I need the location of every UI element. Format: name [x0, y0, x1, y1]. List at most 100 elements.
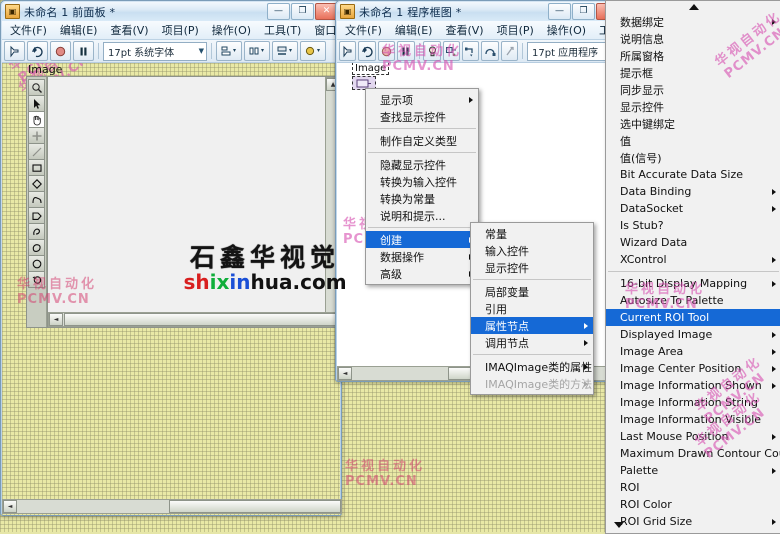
selection-tool-icon[interactable] [28, 95, 45, 112]
menu-item-image-area[interactable]: Image Area [606, 343, 780, 360]
scroll-left-arrow[interactable]: ◄ [338, 367, 352, 380]
freehand-region-tool-icon[interactable] [28, 271, 45, 288]
front-panel-window-buttons[interactable]: — ❐ ✕ [267, 3, 338, 20]
menu-edit[interactable]: 编辑(E) [389, 21, 439, 39]
menu-item-last-mouse-position[interactable]: Last Mouse Position [606, 428, 780, 445]
menu-item-change-to-constant[interactable]: 转换为常量 [366, 190, 478, 207]
menu-item-maximum-drawn-contour-count[interactable]: Maximum Drawn Contour Count [606, 445, 780, 462]
menu-item-palette[interactable]: Palette [606, 462, 780, 479]
menu-item-synchronous-display[interactable]: 同步显示 [606, 81, 780, 98]
menu-item-advanced[interactable]: 高级 [366, 265, 478, 282]
annulus-tool-icon[interactable] [28, 239, 45, 256]
menu-item-data-binding-cn[interactable]: 数据绑定 [606, 13, 780, 30]
oval-tool-icon[interactable] [28, 191, 45, 208]
menu-item-description-and-tip[interactable]: 说明和提示... [366, 207, 478, 224]
block-diagram-menubar[interactable]: 文件(F) 编辑(E) 查看(V) 项目(P) 操作(O) 工具(T) 窗口(W… [337, 21, 621, 40]
block-diagram-toolbar[interactable]: 17pt 应用程序 ▼ [337, 40, 621, 63]
create-submenu[interactable]: 常量 输入控件 显示控件 局部变量 引用 属性节点 调用节点 IMAQImage… [470, 222, 594, 395]
menu-item-value[interactable]: 值 [606, 132, 780, 149]
menu-item-image-center-position[interactable]: Image Center Position [606, 360, 780, 377]
menu-item-bit-accurate-data-size[interactable]: Bit Accurate Data Size [606, 166, 780, 183]
block-diagram-titlebar[interactable]: ▣ 未命名 1 程序框图 * — ❐ ✕ [337, 2, 621, 21]
maximize-button[interactable]: ❐ [291, 3, 314, 20]
scroll-thumb[interactable] [169, 500, 341, 513]
menu-item-local-variable[interactable]: 局部变量 [471, 283, 593, 300]
pause-icon[interactable] [73, 41, 94, 61]
menu-item-indicator-prop[interactable]: 显示控件 [606, 98, 780, 115]
rectangle-tool-icon[interactable] [28, 159, 45, 176]
menu-item-create[interactable]: 创建 [366, 231, 478, 248]
menu-item-key-focus[interactable]: 选中键绑定 [606, 115, 780, 132]
image-terminal-node[interactable]: Image [352, 63, 389, 90]
distribute-objects-icon[interactable] [244, 41, 270, 61]
rotated-rect-tool-icon[interactable] [28, 175, 45, 192]
maximize-button[interactable]: ❐ [572, 3, 595, 20]
run-arrow-icon[interactable] [4, 41, 25, 61]
menu-view[interactable]: 查看(V) [104, 21, 154, 39]
image-terminal-context-menu[interactable]: 显示项 查找显示控件 制作自定义类型 隐藏显示控件 转换为输入控件 转换为常量 … [365, 88, 479, 285]
polygon-tool-icon[interactable] [28, 207, 45, 224]
imaq-image-control[interactable]: Image [26, 63, 340, 328]
menu-scroll-down-button[interactable] [606, 519, 780, 531]
font-selector[interactable]: 17pt 系统字体 ▼ [103, 42, 207, 61]
menu-item-change-to-control[interactable]: 转换为输入控件 [366, 173, 478, 190]
menu-operate[interactable]: 操作(O) [206, 21, 257, 39]
menu-file[interactable]: 文件(F) [339, 21, 388, 39]
run-arrow-icon[interactable] [339, 41, 356, 61]
imaq-image-box[interactable]: ▲ ◄ [26, 76, 340, 328]
menu-edit[interactable]: 编辑(E) [54, 21, 104, 39]
menu-item-find-indicator[interactable]: 查找显示控件 [366, 108, 478, 125]
freehand-tool-icon[interactable] [28, 223, 45, 240]
abort-execution-icon[interactable] [378, 41, 395, 61]
roi-tool-palette[interactable] [27, 77, 47, 327]
reorder-objects-icon[interactable] [300, 41, 326, 61]
menu-item-hide-indicator[interactable]: 隐藏显示控件 [366, 156, 478, 173]
imaq-image-viewport[interactable]: ▲ ◄ [47, 77, 340, 327]
run-continuously-icon[interactable] [27, 41, 48, 61]
menu-operate[interactable]: 操作(O) [541, 21, 592, 39]
line-tool-icon[interactable] [28, 143, 45, 160]
menu-item-imaqimage-properties[interactable]: IMAQImage类的属性 [471, 358, 593, 375]
menu-item-control[interactable]: 输入控件 [471, 242, 593, 259]
menu-item-current-roi-tool[interactable]: Current ROI Tool [606, 309, 780, 326]
property-node-submenu[interactable]: 数据绑定 说明信息 所属窗格 提示框 同步显示 显示控件 选中键绑定 值 值(信… [605, 0, 780, 534]
menu-item-display-items[interactable]: 显示项 [366, 91, 478, 108]
pan-tool-icon[interactable] [28, 111, 45, 128]
menu-item-image-information-shown[interactable]: Image Information Shown [606, 377, 780, 394]
panel-inner-scroll-strip[interactable] [26, 319, 339, 321]
menu-item-data-operations[interactable]: 数据操作 [366, 248, 478, 265]
menu-item-16bit-display-mapping[interactable]: 16-bit Display Mapping [606, 275, 780, 292]
abort-execution-icon[interactable] [50, 41, 71, 61]
menu-item-is-stub[interactable]: Is Stub? [606, 217, 780, 234]
front-panel-toolbar[interactable]: 17pt 系统字体 ▼ [2, 40, 340, 63]
front-panel-titlebar[interactable]: ▣ 未命名 1 前面板 * — ❐ ✕ [2, 2, 340, 21]
menu-item-displayed-image[interactable]: Displayed Image [606, 326, 780, 343]
menu-item-property-node[interactable]: 属性节点 [471, 317, 593, 334]
menu-project[interactable]: 项目(P) [491, 21, 540, 39]
menu-item-xcontrol[interactable]: XControl [606, 251, 780, 268]
menu-item-image-information-visible[interactable]: Image Information Visible [606, 411, 780, 428]
minimize-button[interactable]: — [267, 3, 290, 20]
resize-objects-icon[interactable] [272, 41, 298, 61]
scroll-left-arrow[interactable]: ◄ [3, 500, 17, 513]
step-out-icon[interactable] [501, 41, 518, 61]
menu-file[interactable]: 文件(F) [4, 21, 53, 39]
step-into-icon[interactable] [462, 41, 479, 61]
align-objects-icon[interactable] [216, 41, 242, 61]
menu-view[interactable]: 查看(V) [439, 21, 489, 39]
menu-item-data-binding[interactable]: Data Binding [606, 183, 780, 200]
menu-item-roi[interactable]: ROI [606, 479, 780, 496]
chevron-down-icon[interactable]: ▼ [199, 47, 204, 55]
zoom-tool-icon[interactable] [28, 79, 45, 96]
minimize-button[interactable]: — [548, 3, 571, 20]
menu-item-autosize-to-palette[interactable]: Autosize To Palette [606, 292, 780, 309]
pause-icon[interactable] [397, 41, 414, 61]
step-over-icon[interactable] [481, 41, 498, 61]
front-panel-window[interactable]: ▣ 未命名 1 前面板 * — ❐ ✕ 文件(F) 编辑(E) 查看(V) 项目… [0, 0, 342, 516]
broken-line-tool-icon[interactable] [28, 255, 45, 272]
menu-item-indicator[interactable]: 显示控件 [471, 259, 593, 276]
retain-wire-values-icon[interactable] [443, 41, 460, 61]
menu-item-tip-strip[interactable]: 提示框 [606, 64, 780, 81]
menu-item-description[interactable]: 说明信息 [606, 30, 780, 47]
menu-item-image-information-string[interactable]: Image Information String [606, 394, 780, 411]
